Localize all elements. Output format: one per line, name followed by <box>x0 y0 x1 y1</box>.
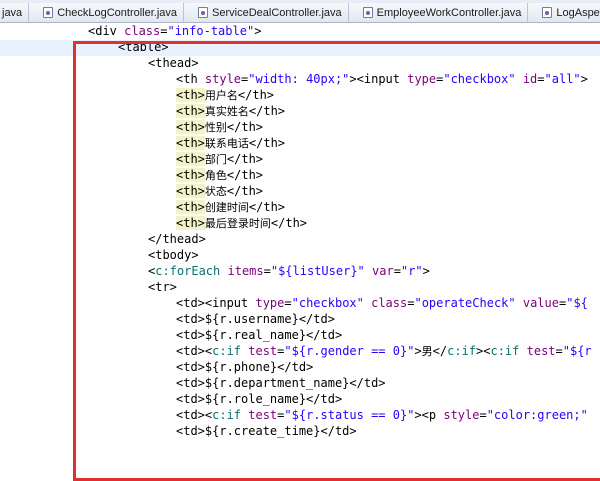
tab-servicedealcontroller[interactable]: ServiceDealController.java <box>184 3 349 22</box>
code-line: <th>真实姓名</th> <box>176 104 286 118</box>
code-line: <th style="width: 40px;"><input type="ch… <box>176 72 588 86</box>
code-line: <th>状态</th> <box>176 184 264 198</box>
code-line: <td><input type="checkbox" class="operat… <box>176 296 588 310</box>
code-line: <td>${r.role_name}</td> <box>176 392 343 406</box>
tab-label: EmployeeWorkController.java <box>376 6 522 19</box>
code-line: <td>${r.real_name}</td> <box>176 328 343 342</box>
code-line: <th>部门</th> <box>176 152 264 166</box>
code-line: <th>性别</th> <box>176 120 264 134</box>
code-line: <td>${r.create_time}</td> <box>176 424 357 438</box>
code-line: <th>创建时间</th> <box>176 200 286 214</box>
code-line: <c:forEach items="${listUser}" var="r"> <box>148 264 430 278</box>
java-file-icon <box>198 7 209 18</box>
code-line: <td><c:if test="${r.gender == 0}">男</c:i… <box>176 344 592 358</box>
tab-label: LogAspect.java <box>556 6 600 19</box>
code-editor[interactable]: <div class="info-table"> <table> <thead>… <box>0 23 600 481</box>
code-line: <th>联系电话</th> <box>176 136 286 150</box>
editor-tab-bar: java CheckLogController.java ServiceDeal… <box>0 0 600 23</box>
code-line: <td>${r.username}</td> <box>176 312 335 326</box>
code-line: <td>${r.department_name}</td> <box>176 376 386 390</box>
java-file-icon <box>542 7 553 18</box>
code-line: <thead> <box>148 56 199 70</box>
code-line: <th>用户名</th> <box>176 88 275 102</box>
code-line: <th>角色</th> <box>176 168 264 182</box>
code-area[interactable]: <div class="info-table"> <table> <thead>… <box>0 23 600 450</box>
tab-checklogcontroller[interactable]: CheckLogController.java <box>29 3 185 22</box>
code-line: <div class="info-table"> <box>88 24 262 38</box>
code-line: </thead> <box>148 232 206 246</box>
java-file-icon <box>43 7 54 18</box>
tab-label: ServiceDealController.java <box>212 6 342 19</box>
code-line: <tr> <box>148 280 177 294</box>
java-file-icon <box>362 7 373 18</box>
code-line: <tbody> <box>148 248 199 262</box>
tab-logaspect[interactable]: LogAspect.java <box>528 3 600 22</box>
tab-java[interactable]: java <box>0 3 30 22</box>
tab-employeeworkcontroller[interactable]: EmployeeWorkController.java <box>348 3 529 22</box>
code-line: <th>最后登录时间</th> <box>176 216 308 230</box>
code-line: <td><c:if test="${r.status == 0}"><p sty… <box>176 408 588 422</box>
code-line: <td>${r.phone}</td> <box>176 360 314 374</box>
tab-label: java <box>2 6 23 19</box>
code-line: <table> <box>118 40 169 54</box>
tab-label: CheckLogController.java <box>57 6 178 19</box>
